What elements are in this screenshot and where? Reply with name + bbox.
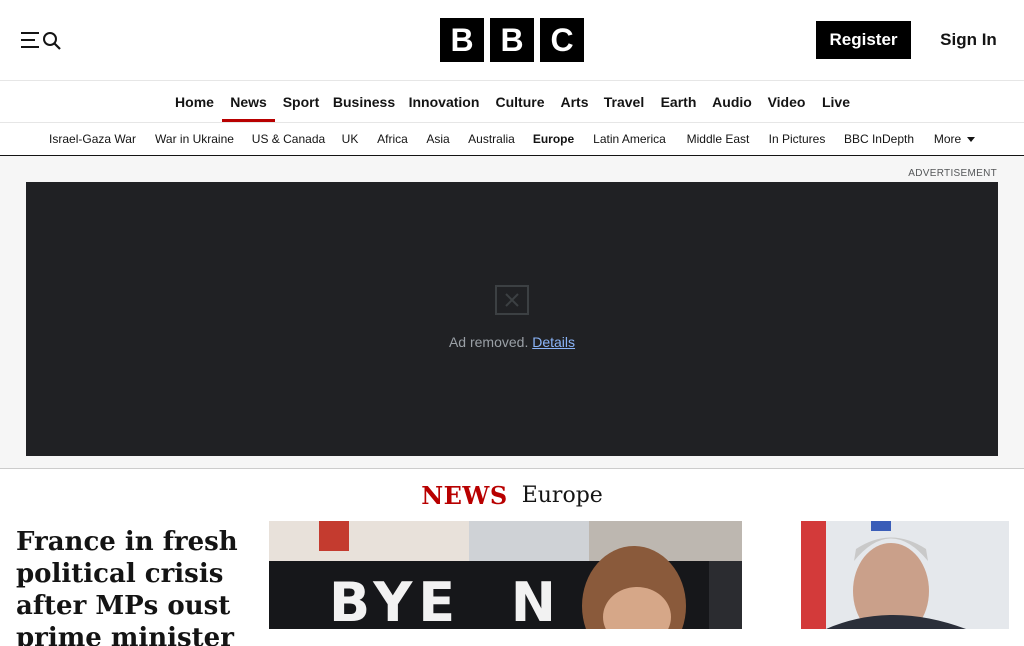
- subnav-europe[interactable]: Europe: [526, 123, 581, 155]
- ad-removed-message: Ad removed. Details: [0, 334, 1024, 350]
- nav-home[interactable]: Home: [167, 81, 222, 122]
- logo-letter: B: [490, 18, 534, 62]
- ad-details-link[interactable]: Details: [532, 334, 575, 350]
- nav-earth[interactable]: Earth: [652, 81, 705, 122]
- primary-nav: Home News Sport Business Innovation Cult…: [0, 81, 1024, 123]
- subnav-in-pictures[interactable]: In Pictures: [760, 123, 834, 155]
- bbc-logo[interactable]: B B C: [440, 18, 584, 62]
- nav-innovation[interactable]: Innovation: [401, 81, 487, 122]
- nav-video[interactable]: Video: [759, 81, 814, 122]
- menu-search-button[interactable]: [14, 24, 68, 56]
- protest-sign-text: BYE N: [329, 571, 562, 629]
- chevron-down-icon: [967, 136, 976, 142]
- register-button[interactable]: Register: [816, 21, 911, 59]
- nav-news[interactable]: News: [222, 81, 275, 122]
- subnav-war-in-ukraine[interactable]: War in Ukraine: [146, 123, 243, 155]
- advertisement-section: ADVERTISEMENT Ad removed. Details: [0, 156, 1024, 469]
- region-title: Europe: [521, 482, 603, 508]
- secondary-story-image[interactable]: [766, 521, 1009, 629]
- ad-container: [26, 182, 998, 456]
- nav-business[interactable]: Business: [327, 81, 401, 122]
- lead-story-image[interactable]: BYE N: [269, 521, 742, 629]
- nav-audio[interactable]: Audio: [705, 81, 759, 122]
- nav-culture[interactable]: Culture: [487, 81, 553, 122]
- more-label: More: [933, 132, 962, 146]
- nav-arts[interactable]: Arts: [553, 81, 596, 122]
- section-header: NEWS Europe: [0, 478, 1024, 512]
- subnav-uk[interactable]: UK: [334, 123, 366, 155]
- ad-removed-text: Ad removed.: [448, 334, 529, 350]
- nav-sport[interactable]: Sport: [275, 81, 327, 122]
- subnav-israel-gaza-war[interactable]: Israel-Gaza War: [41, 123, 144, 155]
- masthead: B B C Register Sign In: [0, 0, 1024, 81]
- news-brand-label[interactable]: NEWS: [421, 481, 508, 510]
- nav-travel[interactable]: Travel: [596, 81, 652, 122]
- lead-story-headline-link[interactable]: France in fresh political crisis after M…: [16, 526, 254, 646]
- subnav-more-button[interactable]: More: [924, 123, 985, 155]
- subnav-africa[interactable]: Africa: [368, 123, 417, 155]
- sign-in-button[interactable]: Sign In: [927, 21, 1010, 59]
- nav-live[interactable]: Live: [814, 81, 858, 122]
- logo-letter: B: [440, 18, 484, 62]
- subnav-australia[interactable]: Australia: [459, 123, 524, 155]
- secondary-nav: Israel-Gaza War War in Ukraine US & Cana…: [0, 123, 1024, 156]
- subnav-asia[interactable]: Asia: [419, 123, 457, 155]
- subnav-latin-america[interactable]: Latin America: [583, 123, 676, 155]
- lead-story-headline: France in fresh political crisis after M…: [16, 527, 238, 646]
- subnav-middle-east[interactable]: Middle East: [678, 123, 758, 155]
- advertisement-label: ADVERTISEMENT: [908, 168, 997, 179]
- subnav-us-canada[interactable]: US & Canada: [245, 123, 332, 155]
- subnav-bbc-indepth[interactable]: BBC InDepth: [836, 123, 922, 155]
- ad-removed-icon: [495, 285, 529, 315]
- portrait-photo: [766, 521, 1009, 629]
- logo-letter: C: [540, 18, 584, 62]
- menu-icon: [20, 32, 39, 48]
- search-icon: [42, 32, 61, 50]
